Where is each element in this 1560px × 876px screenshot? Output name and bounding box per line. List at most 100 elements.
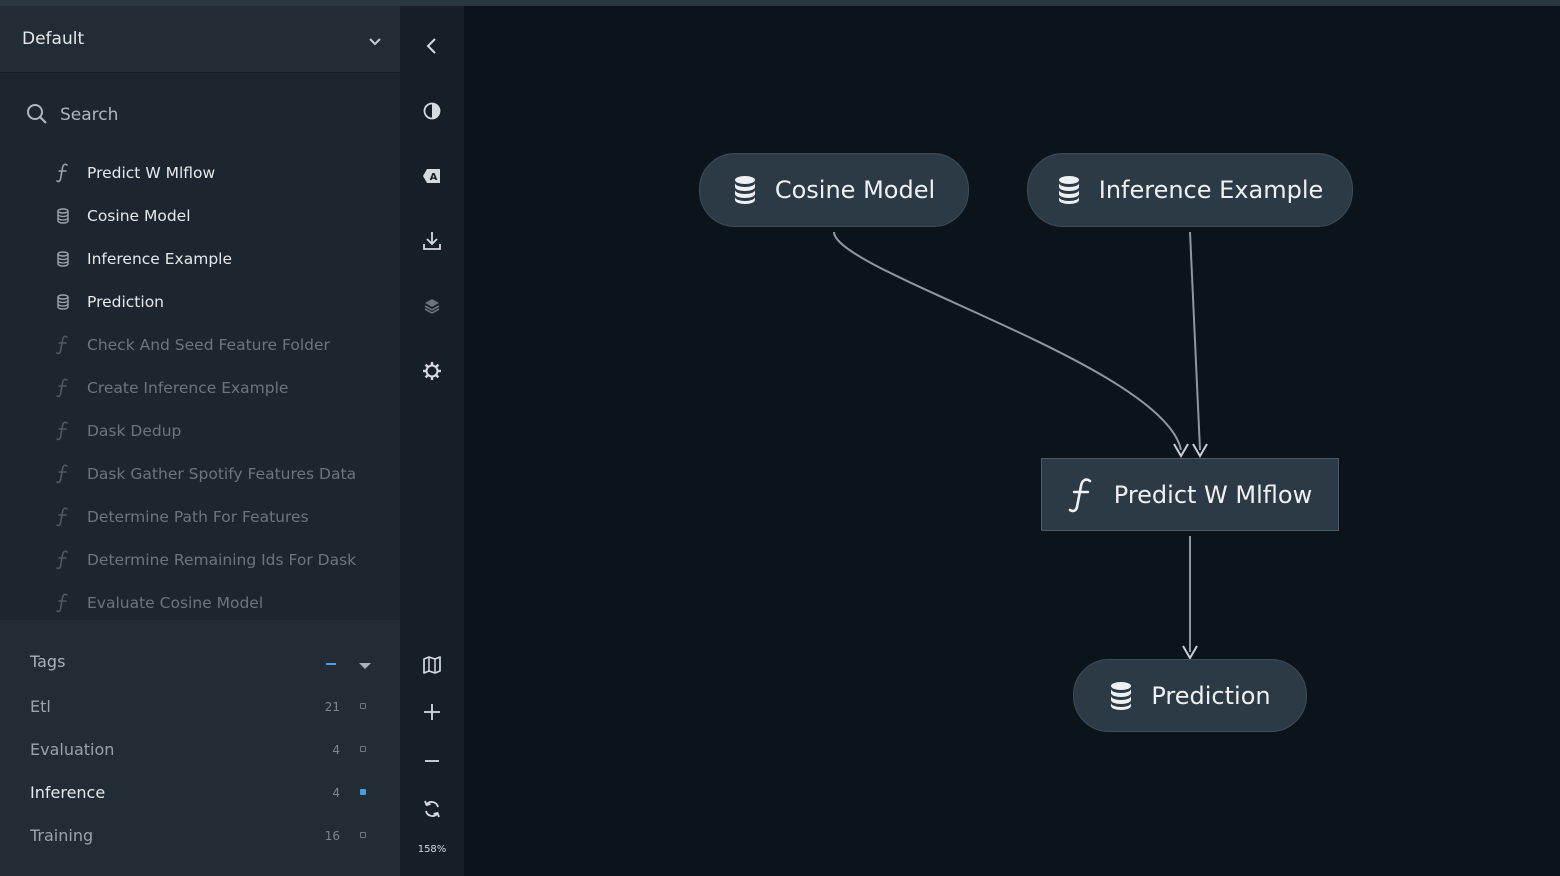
search-input[interactable] <box>58 100 362 130</box>
tags-title: Tags <box>30 652 66 671</box>
dataset-icon <box>52 251 74 267</box>
node-prediction[interactable]: Prediction <box>1073 659 1307 732</box>
node-list-item-label: Prediction <box>87 293 165 311</box>
dataset-icon <box>52 208 74 224</box>
tag-name: Inference <box>30 783 106 802</box>
node-list-item-label: Check And Seed Feature Folder <box>87 336 330 354</box>
function-icon <box>52 507 74 527</box>
node-list-item-label: Dask Gather Spotify Features Data <box>87 465 357 483</box>
download-icon <box>423 231 441 255</box>
pipeline-select-value: Default <box>22 29 85 49</box>
node-label: Predict W Mlflow <box>1113 480 1313 509</box>
node-list-item[interactable]: Dask Dedup <box>0 411 400 451</box>
node-list-item-label: Evaluate Cosine Model <box>87 594 264 612</box>
tag-name: Evaluation <box>30 740 115 759</box>
node-list-item-label: Determine Path For Features <box>87 508 309 526</box>
tags-partial-select-indicator[interactable] <box>326 663 336 665</box>
refresh-icon <box>422 799 442 823</box>
function-icon <box>52 163 74 183</box>
plus-icon <box>423 703 441 725</box>
svg-text:A: A <box>430 172 438 183</box>
edge-inference-to-predict <box>1189 231 1201 451</box>
minus-icon <box>423 752 441 774</box>
function-icon <box>52 421 74 441</box>
toggle-text-labels-button[interactable]: A <box>414 160 450 196</box>
settings-button[interactable] <box>414 355 450 391</box>
node-list-item-label: Create Inference Example <box>87 379 289 397</box>
tag-name: Training <box>30 826 94 845</box>
node-list: Predict W Mlflow Cosine Model Inference Ex… <box>0 153 400 619</box>
node-list-item[interactable]: Create Inference Example <box>0 368 400 408</box>
dataset-icon <box>1057 175 1081 205</box>
node-list-item[interactable]: Evaluate Cosine Model <box>0 583 400 619</box>
tag-row[interactable]: Inference 4 <box>0 778 400 808</box>
function-icon <box>52 335 74 355</box>
tag-checkbox[interactable] <box>360 832 366 838</box>
tag-count: 21 <box>324 700 340 714</box>
edges-layer <box>833 231 1208 660</box>
tag-row[interactable]: Etl 21 <box>0 692 400 722</box>
search-icon <box>26 103 48 129</box>
tag-row[interactable]: Training 16 <box>0 821 400 851</box>
node-list-item-label: Cosine Model <box>87 207 191 225</box>
dataset-icon <box>1109 681 1133 711</box>
sidebar: Default Predict W Mlflow Cosine Model Infe… <box>0 6 400 876</box>
node-list-item[interactable]: Predict W Mlflow <box>0 153 400 193</box>
reset-view-button[interactable] <box>414 793 450 829</box>
dataset-icon <box>52 294 74 310</box>
function-icon <box>52 550 74 570</box>
node-list-item-label: Dask Dedup <box>87 422 182 440</box>
node-list-item[interactable]: Dask Gather Spotify Features Data <box>0 454 400 494</box>
tag-checkbox[interactable] <box>360 789 366 795</box>
caret-down-icon[interactable] <box>358 656 372 675</box>
map-icon <box>422 656 442 678</box>
layers-button[interactable] <box>414 290 450 326</box>
function-icon <box>52 464 74 484</box>
chevron-left-icon <box>425 37 439 59</box>
tag-checkbox[interactable] <box>360 703 366 709</box>
collapse-sidebar-button[interactable] <box>414 30 450 66</box>
flow-canvas[interactable]: Cosine Model Inference Example Predict W… <box>464 6 1560 876</box>
function-icon <box>52 378 74 398</box>
node-label: Prediction <box>1151 681 1271 710</box>
node-label: Cosine Model <box>774 176 936 204</box>
theme-toggle-button[interactable] <box>414 95 450 131</box>
tags-panel: Tags Etl 21 Evaluation 4 Inference 4 Training 1… <box>0 620 400 876</box>
tag-checkbox[interactable] <box>360 746 366 752</box>
layers-icon <box>423 297 441 319</box>
search-bar <box>0 94 400 134</box>
zoom-out-button[interactable] <box>414 745 450 781</box>
node-inference-example[interactable]: Inference Example <box>1027 153 1353 227</box>
tag-count: 16 <box>324 829 340 843</box>
tag-row[interactable]: Evaluation 4 <box>0 735 400 765</box>
node-list-item[interactable]: Cosine Model <box>0 196 400 236</box>
node-list-item-label: Predict W Mlflow <box>87 164 216 182</box>
contrast-icon <box>423 102 441 124</box>
dataset-icon <box>733 175 757 205</box>
node-list-item[interactable]: Inference Example <box>0 239 400 279</box>
node-list-item-label: Determine Remaining Ids For Dask <box>87 551 357 569</box>
node-cosine-model[interactable]: Cosine Model <box>699 153 969 227</box>
minimap-button[interactable] <box>414 649 450 685</box>
function-icon <box>1068 477 1096 513</box>
node-predict-w-mlflow[interactable]: Predict W Mlflow <box>1041 458 1339 531</box>
export-button[interactable] <box>414 225 450 261</box>
zoom-level: 158% <box>417 844 447 855</box>
tag-name: Etl <box>30 697 51 716</box>
tag-count: 4 <box>332 743 340 757</box>
node-label: Inference Example <box>1098 176 1324 204</box>
node-list-item[interactable]: Check And Seed Feature Folder <box>0 325 400 365</box>
function-icon <box>52 593 74 613</box>
node-list-item[interactable]: Determine Path For Features <box>0 497 400 537</box>
toolbar: A 158% <box>400 6 464 876</box>
gear-icon <box>422 361 442 385</box>
node-list-item[interactable]: Prediction <box>0 282 400 322</box>
label-tag-icon: A <box>422 167 442 189</box>
node-list-item[interactable]: Determine Remaining Ids For Dask <box>0 540 400 580</box>
chevron-down-icon <box>368 32 382 51</box>
zoom-in-button[interactable] <box>414 696 450 732</box>
pipeline-select[interactable]: Default <box>0 6 400 73</box>
node-list-item-label: Inference Example <box>87 250 233 268</box>
tag-count: 4 <box>332 786 340 800</box>
edge-cosine-to-predict <box>833 231 1182 451</box>
